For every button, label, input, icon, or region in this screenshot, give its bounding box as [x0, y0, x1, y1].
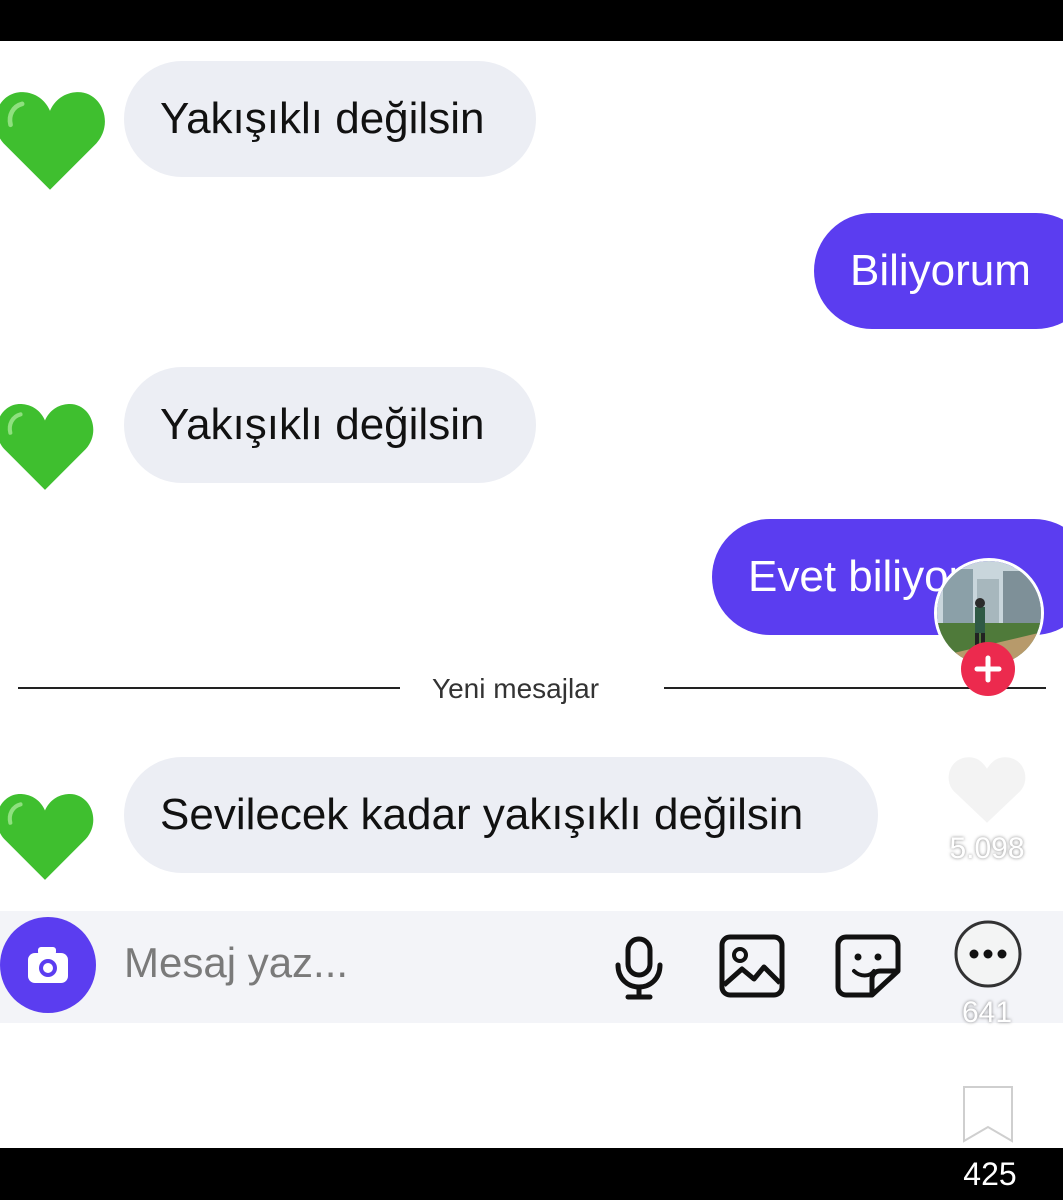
like-count: 5.098: [949, 832, 1025, 865]
plus-icon: [974, 655, 1002, 683]
image-icon[interactable]: [718, 933, 786, 999]
bookmark-count: 425: [963, 1156, 1017, 1192]
message-input[interactable]: [124, 933, 594, 993]
green-heart-avatar-icon: [0, 92, 105, 190]
like-heart-icon[interactable]: [946, 754, 1028, 826]
comment-icon[interactable]: [950, 918, 1026, 994]
camera-button[interactable]: [0, 917, 96, 1013]
bottom-black-bar: [0, 1148, 1063, 1200]
outgoing-message: Biliyorum: [814, 213, 1063, 329]
green-heart-avatar-icon: [0, 794, 94, 880]
divider-line-left: [18, 687, 400, 689]
bookmark-icon[interactable]: [960, 1083, 1016, 1145]
message-composer: [0, 911, 1063, 1023]
follow-button[interactable]: [961, 642, 1015, 696]
green-heart-avatar-icon: [0, 404, 94, 490]
incoming-message: Yakışıklı değilsin: [124, 61, 536, 177]
incoming-message: Yakışıklı değilsin: [124, 367, 536, 483]
comment-count: 641: [961, 996, 1013, 1029]
sticker-icon[interactable]: [834, 933, 902, 999]
top-black-bar: [0, 0, 1063, 41]
microphone-icon[interactable]: [610, 935, 670, 1001]
incoming-message: Sevilecek kadar yakışıklı değilsin: [124, 757, 878, 873]
chat-area: Yakışıklı değilsin Biliyorum Yakışıklı d…: [0, 41, 1063, 1148]
camera-icon: [28, 947, 68, 983]
new-messages-divider: Yeni mesajlar: [432, 673, 600, 704]
